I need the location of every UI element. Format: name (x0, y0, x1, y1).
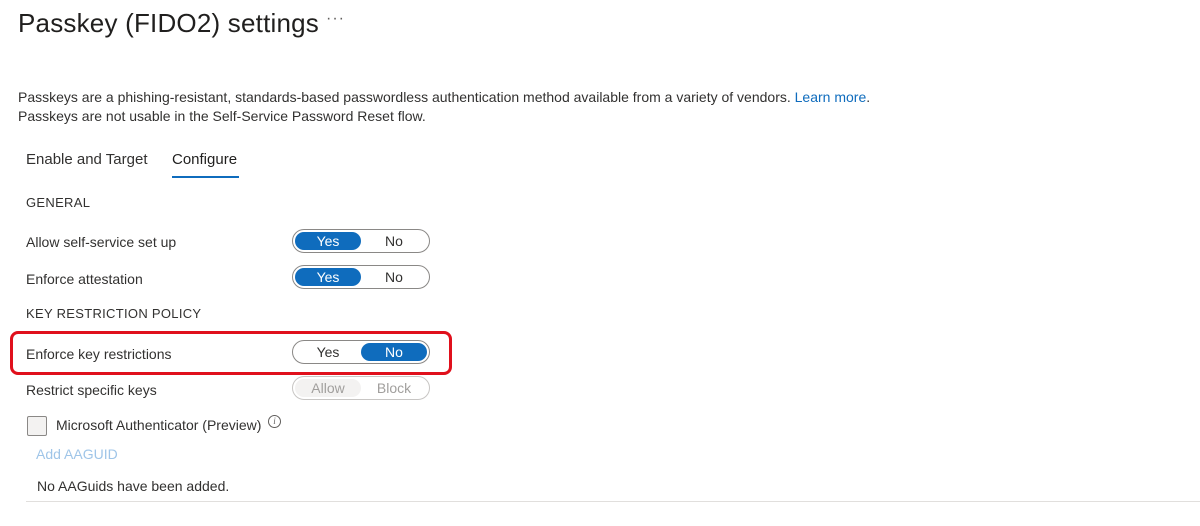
enforce-attestation-toggle: Yes No (292, 265, 430, 289)
allow-self-service-toggle: Yes No (292, 229, 430, 253)
microsoft-authenticator-checkbox[interactable] (27, 416, 47, 436)
key-restriction-heading: KEY RESTRICTION POLICY (26, 306, 202, 321)
description: Passkeys are a phishing-resistant, stand… (18, 88, 870, 126)
tab-enable-and-target[interactable]: Enable and Target (26, 151, 148, 168)
restrict-specific-keys-toggle: Allow Block (292, 376, 430, 400)
passkey-settings-page: Passkey (FIDO2) settings ··· Passkeys ar… (0, 0, 1200, 526)
allow-self-service-label: Allow self-service set up (26, 234, 177, 250)
more-icon[interactable]: ··· (326, 10, 345, 28)
selected-tab-indicator (172, 176, 239, 178)
learn-more-link[interactable]: Learn more (795, 89, 867, 105)
enforce-key-restrictions-toggle: Yes No (292, 340, 430, 364)
enforce-key-restrictions-no[interactable]: No (361, 343, 427, 361)
microsoft-authenticator-label: Microsoft Authenticator (Preview) (56, 417, 262, 433)
general-heading: GENERAL (26, 195, 91, 210)
no-aaguids-text: No AAGuids have been added. (37, 478, 230, 494)
add-aaguid-link[interactable]: Add AAGUID (36, 446, 118, 462)
tab-configure[interactable]: Configure (172, 151, 237, 168)
enforce-attestation-no[interactable]: No (361, 268, 427, 286)
page-title: Passkey (FIDO2) settings (18, 8, 319, 38)
enforce-key-restrictions-label: Enforce key restrictions (26, 346, 172, 362)
restrict-specific-keys-label: Restrict specific keys (26, 382, 157, 398)
description-line-2: Passkeys are not usable in the Self-Serv… (18, 108, 426, 124)
enforce-attestation-yes[interactable]: Yes (295, 268, 361, 286)
restrict-specific-keys-allow: Allow (295, 379, 361, 397)
enforce-attestation-label: Enforce attestation (26, 271, 143, 287)
bottom-divider (26, 501, 1200, 502)
allow-self-service-yes[interactable]: Yes (295, 232, 361, 250)
description-line-1: Passkeys are a phishing-resistant, stand… (18, 89, 871, 105)
allow-self-service-no[interactable]: No (361, 232, 427, 250)
enforce-key-restrictions-yes[interactable]: Yes (295, 343, 361, 361)
restrict-specific-keys-block: Block (376, 380, 412, 396)
info-icon[interactable]: i (268, 415, 281, 428)
